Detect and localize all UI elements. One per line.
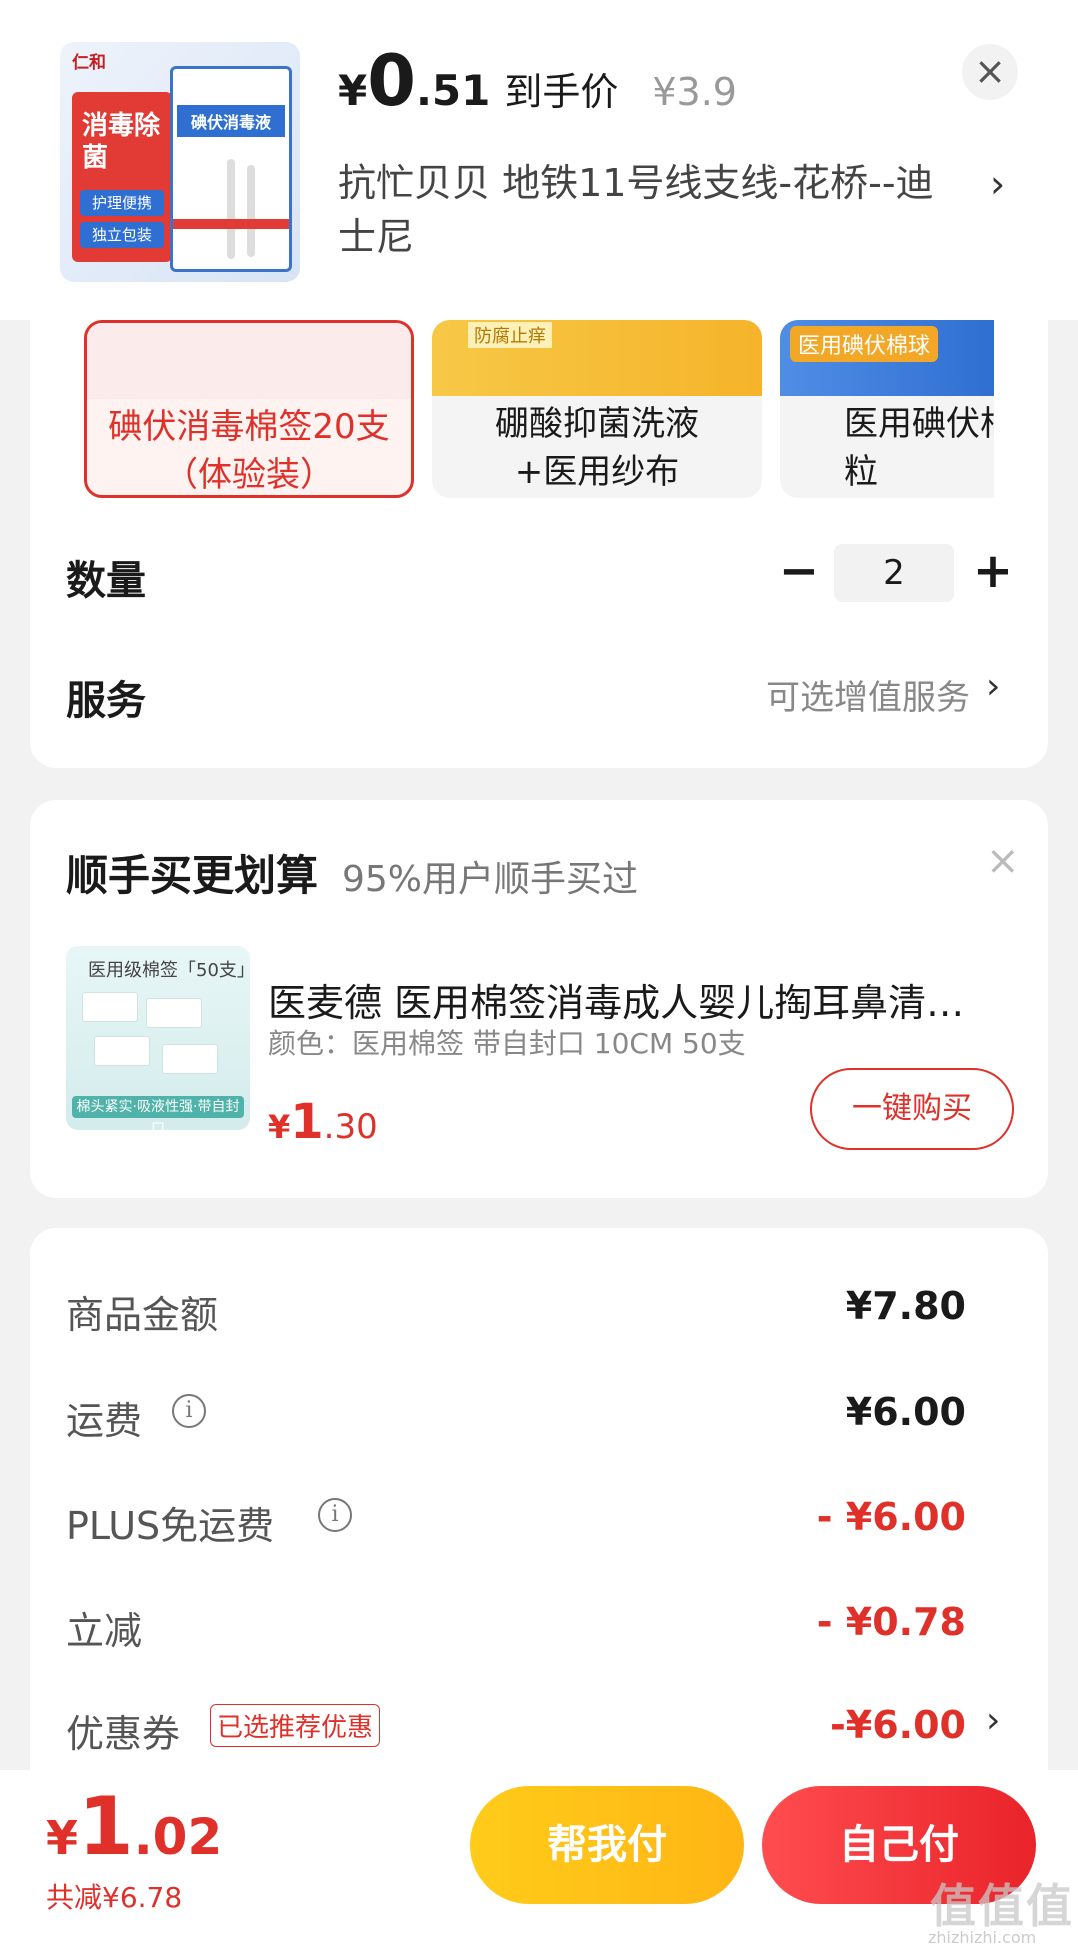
chevron-right-icon[interactable]: › xyxy=(986,1700,1000,1741)
brand-logo: 仁和 xyxy=(72,53,106,73)
goods-amount-value: ¥7.80 xyxy=(845,1284,966,1328)
total-currency: ¥ xyxy=(46,1811,79,1865)
upsell-product-name[interactable]: 医麦德 医用棉签消毒成人婴儿掏耳鼻清洁棉棒 xyxy=(268,972,988,1027)
quantity-decrement-button[interactable]: − xyxy=(774,546,824,600)
total-price: ¥ 1 .02 xyxy=(46,1780,222,1873)
coupon-label: 优惠券 xyxy=(66,1712,181,1756)
thumbnail-red-box: 消毒除菌 护理便携 独立包装 xyxy=(72,92,172,262)
option-image: 医用碘伏棉球 xyxy=(780,320,994,396)
goods-amount-label: 商品金额 xyxy=(66,1293,219,1337)
final-price: ¥ 0 .51 到手价 ¥3.9 xyxy=(338,46,737,116)
option-label: 硼酸抑菌洗液+医用纱布 xyxy=(495,404,699,492)
instant-discount-label: 立减 xyxy=(66,1609,143,1653)
swab-graphic xyxy=(227,159,235,259)
delivery-address[interactable]: 抗忙贝贝 地铁11号线支线-花桥--迪士尼 xyxy=(338,156,938,264)
quantity-input[interactable]: 2 xyxy=(834,544,954,602)
close-icon[interactable]: × xyxy=(986,838,1020,884)
option-label: 医用碘伏棉100粒 xyxy=(844,404,994,492)
option-label: 碘伏消毒棉签20支（体验装） xyxy=(108,407,390,495)
coupon-value[interactable]: -¥6.00 xyxy=(606,1703,966,1747)
upsell-title: 顺手买更划算 xyxy=(66,851,319,900)
upsell-price: ¥ 1 .30 xyxy=(268,1094,378,1150)
thumbnail-blue-label: 碘伏消毒液 xyxy=(177,105,285,137)
close-icon[interactable]: × xyxy=(962,44,1018,100)
thumbnail-blue-box: 碘伏消毒液 xyxy=(170,66,292,272)
price-decimal: .51 xyxy=(415,66,491,115)
shipping-label: 运费 xyxy=(66,1399,143,1443)
total-integer: 1 xyxy=(78,1780,134,1873)
one-click-buy-button[interactable]: 一键购买 xyxy=(810,1068,1014,1150)
service-label: 服务 xyxy=(66,678,146,724)
info-icon[interactable]: i xyxy=(318,1498,352,1532)
swab-graphic-2 xyxy=(247,165,255,257)
box-stripe xyxy=(173,219,289,229)
thumbnail-pill-1: 护理便携 xyxy=(80,190,164,216)
watermark-url: zhizhizhi.com xyxy=(928,1928,1037,1947)
help-me-pay-button[interactable]: 帮我付 xyxy=(470,1786,744,1904)
upsell-price-decimal: .30 xyxy=(323,1107,378,1147)
option-image xyxy=(87,323,411,399)
coupon-recommend-badge: 已选推荐优惠 xyxy=(210,1704,381,1747)
upsell-product-spec: 颜色：医用棉签 带自封口 10CM 50支 xyxy=(268,1027,746,1060)
original-price: ¥3.9 xyxy=(652,70,737,114)
info-icon[interactable]: i xyxy=(172,1394,206,1428)
pack-graphic xyxy=(82,992,138,1022)
upsell-product-image[interactable]: 医用级棉签「50支」 棉头紧实·吸液性强·带自封口 xyxy=(66,946,250,1130)
option-item-1[interactable]: 碘伏消毒棉签20支（体验装） xyxy=(84,320,414,498)
price-label: 到手价 xyxy=(504,70,619,114)
option-item-2[interactable]: 防腐止痒 硼酸抑菌洗液+医用纱布 xyxy=(432,320,762,498)
price-integer: 0 xyxy=(367,40,416,122)
option-item-3[interactable]: 医用碘伏棉球 医用碘伏棉100粒 xyxy=(780,320,994,498)
chevron-right-icon[interactable]: › xyxy=(990,162,1005,206)
chevron-right-icon[interactable]: › xyxy=(986,666,1000,707)
watermark-logo: 值值值 xyxy=(930,1879,1074,1933)
product-thumbnail[interactable]: 仁和 消毒除菌 护理便携 独立包装 碘伏消毒液 xyxy=(60,42,300,282)
upsell-subtitle: 95%用户顺手买过 xyxy=(342,859,639,900)
total-decimal: .02 xyxy=(133,1808,223,1866)
quantity-label: 数量 xyxy=(66,558,146,604)
quantity-increment-button[interactable]: + xyxy=(968,544,1018,600)
instant-discount-value: - ¥0.78 xyxy=(816,1600,966,1644)
pack-graphic xyxy=(162,1044,218,1074)
pack-graphic xyxy=(94,1036,150,1066)
upsell-image-footer: 棉头紧实·吸液性强·带自封口 xyxy=(72,1096,244,1130)
thumbnail-pill-2: 独立包装 xyxy=(80,222,164,248)
thumbnail-red-text: 消毒除菌 xyxy=(82,111,161,173)
price-currency: ¥ xyxy=(338,66,368,115)
option-tag: 医用碘伏棉球 xyxy=(790,326,939,362)
shipping-value: ¥6.00 xyxy=(845,1390,966,1434)
service-option[interactable]: 可选增值服务 xyxy=(700,670,970,719)
pack-graphic xyxy=(146,998,202,1028)
upsell-price-currency: ¥ xyxy=(268,1108,291,1146)
upsell-image-header: 医用级棉签「50支」 xyxy=(88,960,250,981)
plus-free-shipping-value: - ¥6.00 xyxy=(816,1495,966,1539)
total-saved: 共减¥6.78 xyxy=(46,1881,183,1914)
option-tag: 防腐止痒 xyxy=(468,322,552,348)
plus-free-shipping-label: PLUS免运费 xyxy=(66,1504,275,1548)
upsell-price-integer: 1 xyxy=(290,1094,324,1150)
option-image: 防腐止痒 xyxy=(432,320,762,396)
